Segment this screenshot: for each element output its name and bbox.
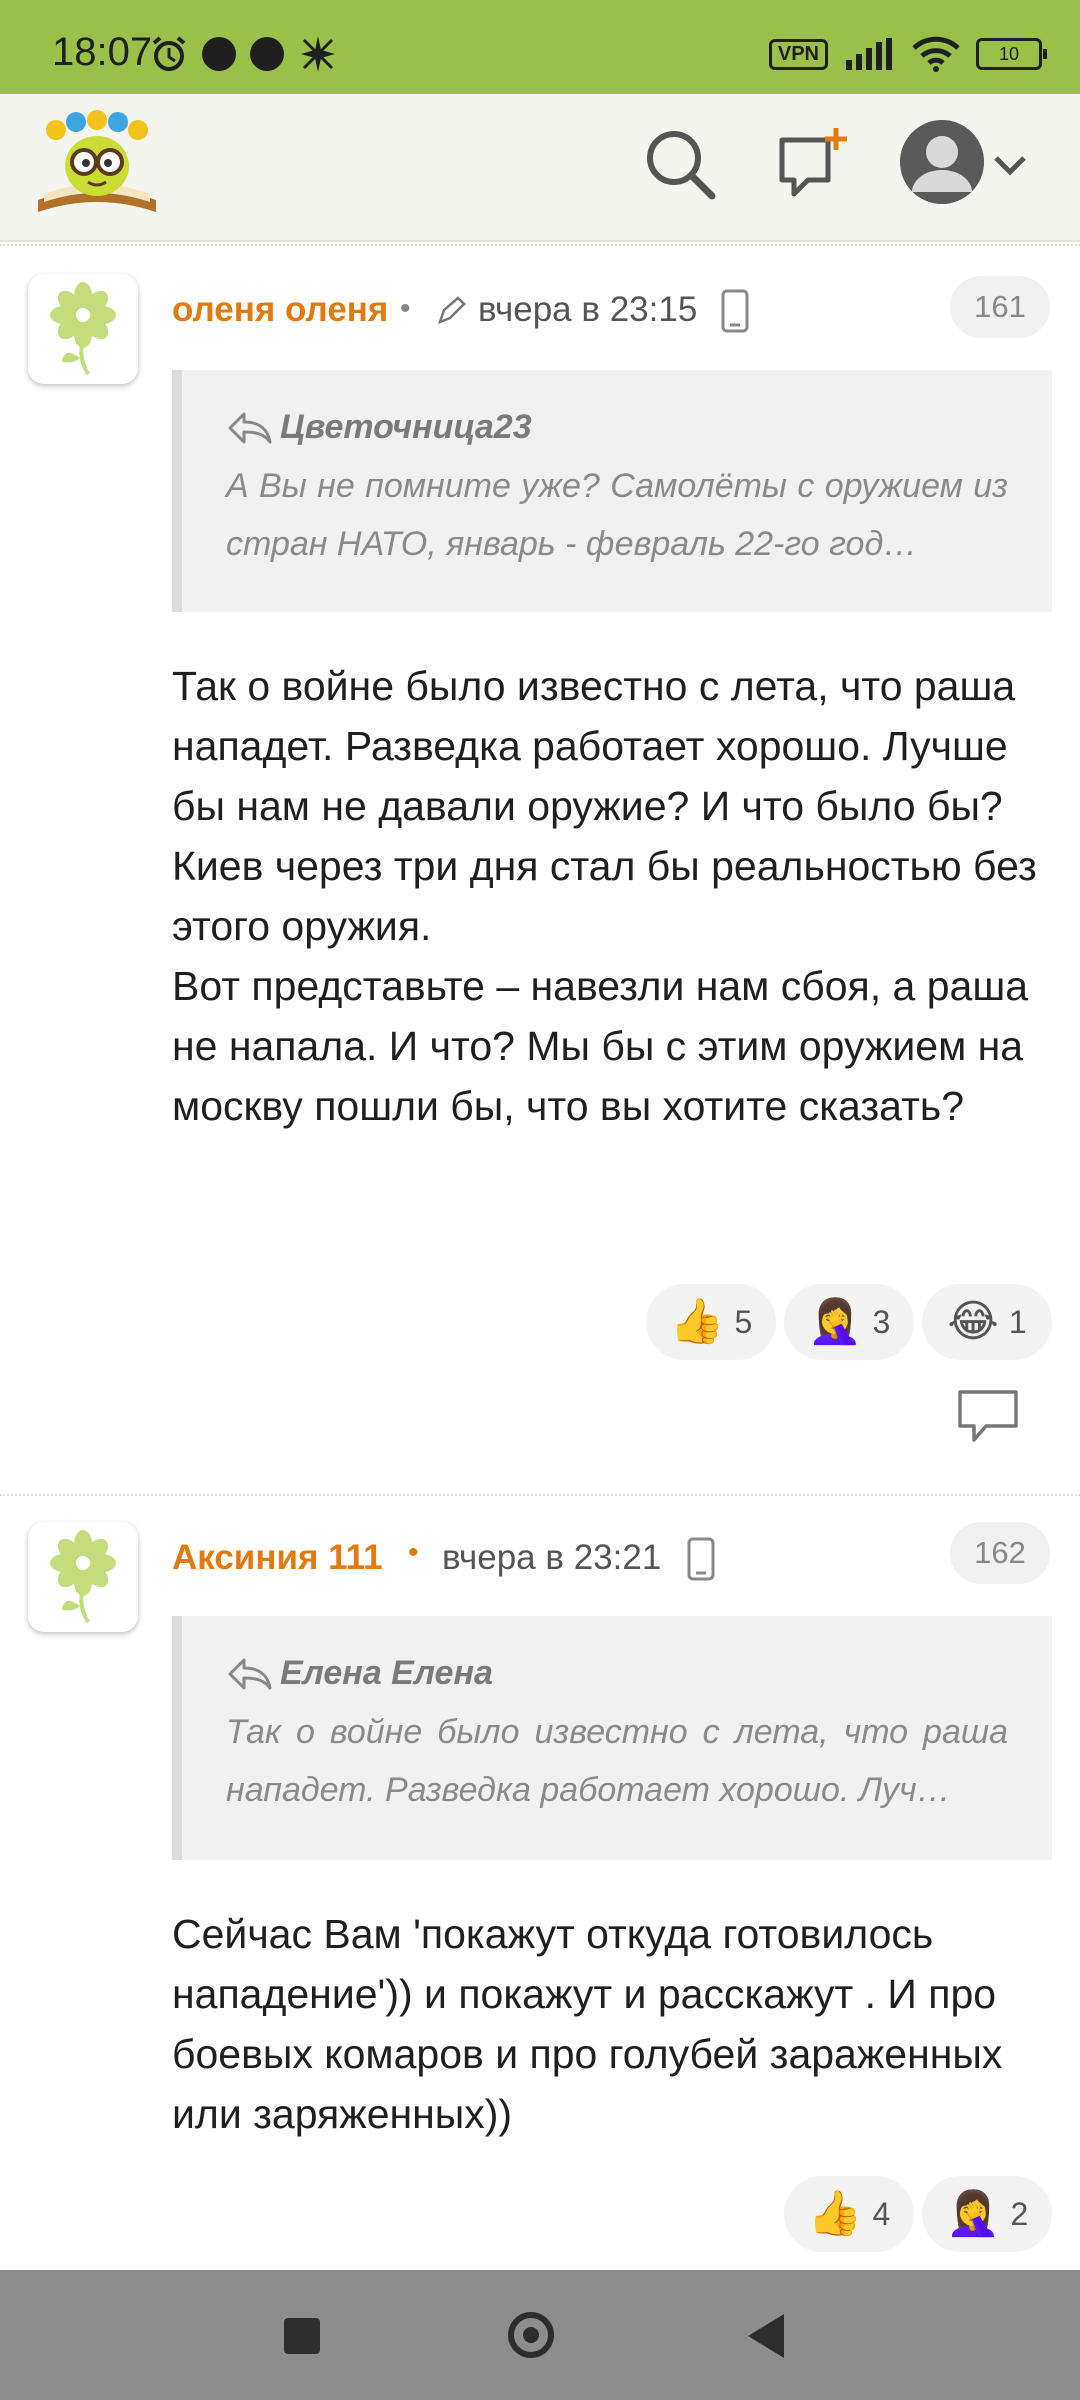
user-avatar-icon[interactable]	[900, 120, 984, 204]
vpn-icon: VPN	[768, 38, 828, 70]
laughing-icon: 😂	[947, 1297, 999, 1346]
quote-author: Цветочница23	[280, 408, 532, 446]
comment-number[interactable]: 162	[950, 1522, 1050, 1584]
status-bar: 18:07 VPN 10	[0, 0, 1080, 94]
reaction-count: 4	[872, 2195, 891, 2232]
comment-author[interactable]: оленя оленя	[172, 290, 388, 330]
reply-comment-icon[interactable]	[956, 1388, 1020, 1444]
bullet: •	[400, 292, 411, 325]
facepalm-icon: 🤦‍♀️	[945, 2189, 1001, 2238]
quote-author-row: Елена Елена	[226, 1654, 1008, 1693]
status-time: 18:07	[52, 30, 153, 74]
reaction-like[interactable]: 👍 4	[784, 2176, 914, 2252]
back-button[interactable]	[748, 2314, 784, 2358]
reaction-count: 1	[1008, 1303, 1027, 1340]
quote-block[interactable]: Цветочница23 А Вы не помните уже? Самолё…	[172, 370, 1052, 612]
divider	[0, 1494, 1080, 1496]
flower-icon	[50, 282, 116, 376]
wifi-icon	[912, 36, 960, 72]
comment-text: Так о войне было известно с лета, что ра…	[172, 663, 1037, 1129]
comment-avatar[interactable]	[28, 274, 138, 384]
app-header	[0, 94, 1080, 242]
alarm-icon	[152, 36, 186, 71]
reply-arrow-icon	[228, 412, 272, 443]
bullet: •	[408, 1536, 419, 1569]
reaction-facepalm[interactable]: 🤦‍♀️ 2	[922, 2176, 1052, 2252]
divider	[0, 244, 1080, 246]
reaction-facepalm[interactable]: 🤦‍♀️ 3	[784, 1284, 914, 1360]
battery-icon: 10	[976, 38, 1047, 70]
reaction-count: 3	[872, 1303, 891, 1340]
system-icons: VPN 10	[768, 36, 1047, 72]
chevron-down-icon[interactable]	[990, 144, 1030, 184]
logo-icon[interactable]	[34, 108, 160, 218]
thumbs-up-icon: 👍	[669, 1297, 725, 1346]
comment-author[interactable]: Аксиния 111	[172, 1538, 383, 1578]
quote-author-row: Цветочница23	[226, 408, 1008, 447]
signal-icon	[846, 38, 892, 70]
quote-text: А Вы не помните уже? Самолёты с оружием …	[226, 467, 1008, 563]
comment-text: Сейчас Вам 'покажут откуда готовилось на…	[172, 1911, 1003, 2137]
reaction-count: 5	[734, 1303, 753, 1340]
new-message-icon[interactable]	[774, 124, 854, 204]
quote-author: Елена Елена	[280, 1654, 493, 1692]
notification-dot-icon	[250, 37, 284, 71]
search-icon[interactable]	[640, 124, 720, 204]
reaction-like[interactable]: 👍 5	[646, 1284, 776, 1360]
sparkle-icon	[301, 36, 335, 72]
comment-avatar[interactable]	[28, 1522, 138, 1632]
edit-pencil-icon	[437, 296, 466, 325]
facepalm-icon: 🤦‍♀️	[807, 1297, 863, 1346]
recent-apps-button[interactable]	[284, 2318, 320, 2354]
comment-number[interactable]: 161	[950, 276, 1050, 338]
notification-dot-icon	[202, 37, 236, 71]
home-button[interactable]	[508, 2312, 554, 2358]
comment-time: вчера в 23:15	[478, 290, 698, 329]
thumbs-up-icon: 👍	[807, 2189, 863, 2238]
quote-text: Так о войне было известно с лета, что ра…	[226, 1713, 1008, 1809]
quote-block[interactable]: Елена Елена Так о войне было известно с …	[172, 1616, 1052, 1860]
reaction-laugh[interactable]: 😂 1	[922, 1284, 1052, 1360]
system-navigation-bar	[0, 2270, 1080, 2400]
reply-arrow-icon	[228, 1658, 272, 1689]
comment-time: вчера в 23:21	[442, 1538, 662, 1577]
mobile-device-icon	[721, 289, 749, 333]
notification-icons	[150, 34, 338, 74]
flower-icon	[50, 1530, 116, 1624]
reaction-count: 2	[1010, 2195, 1029, 2232]
mobile-device-icon	[687, 1537, 715, 1581]
